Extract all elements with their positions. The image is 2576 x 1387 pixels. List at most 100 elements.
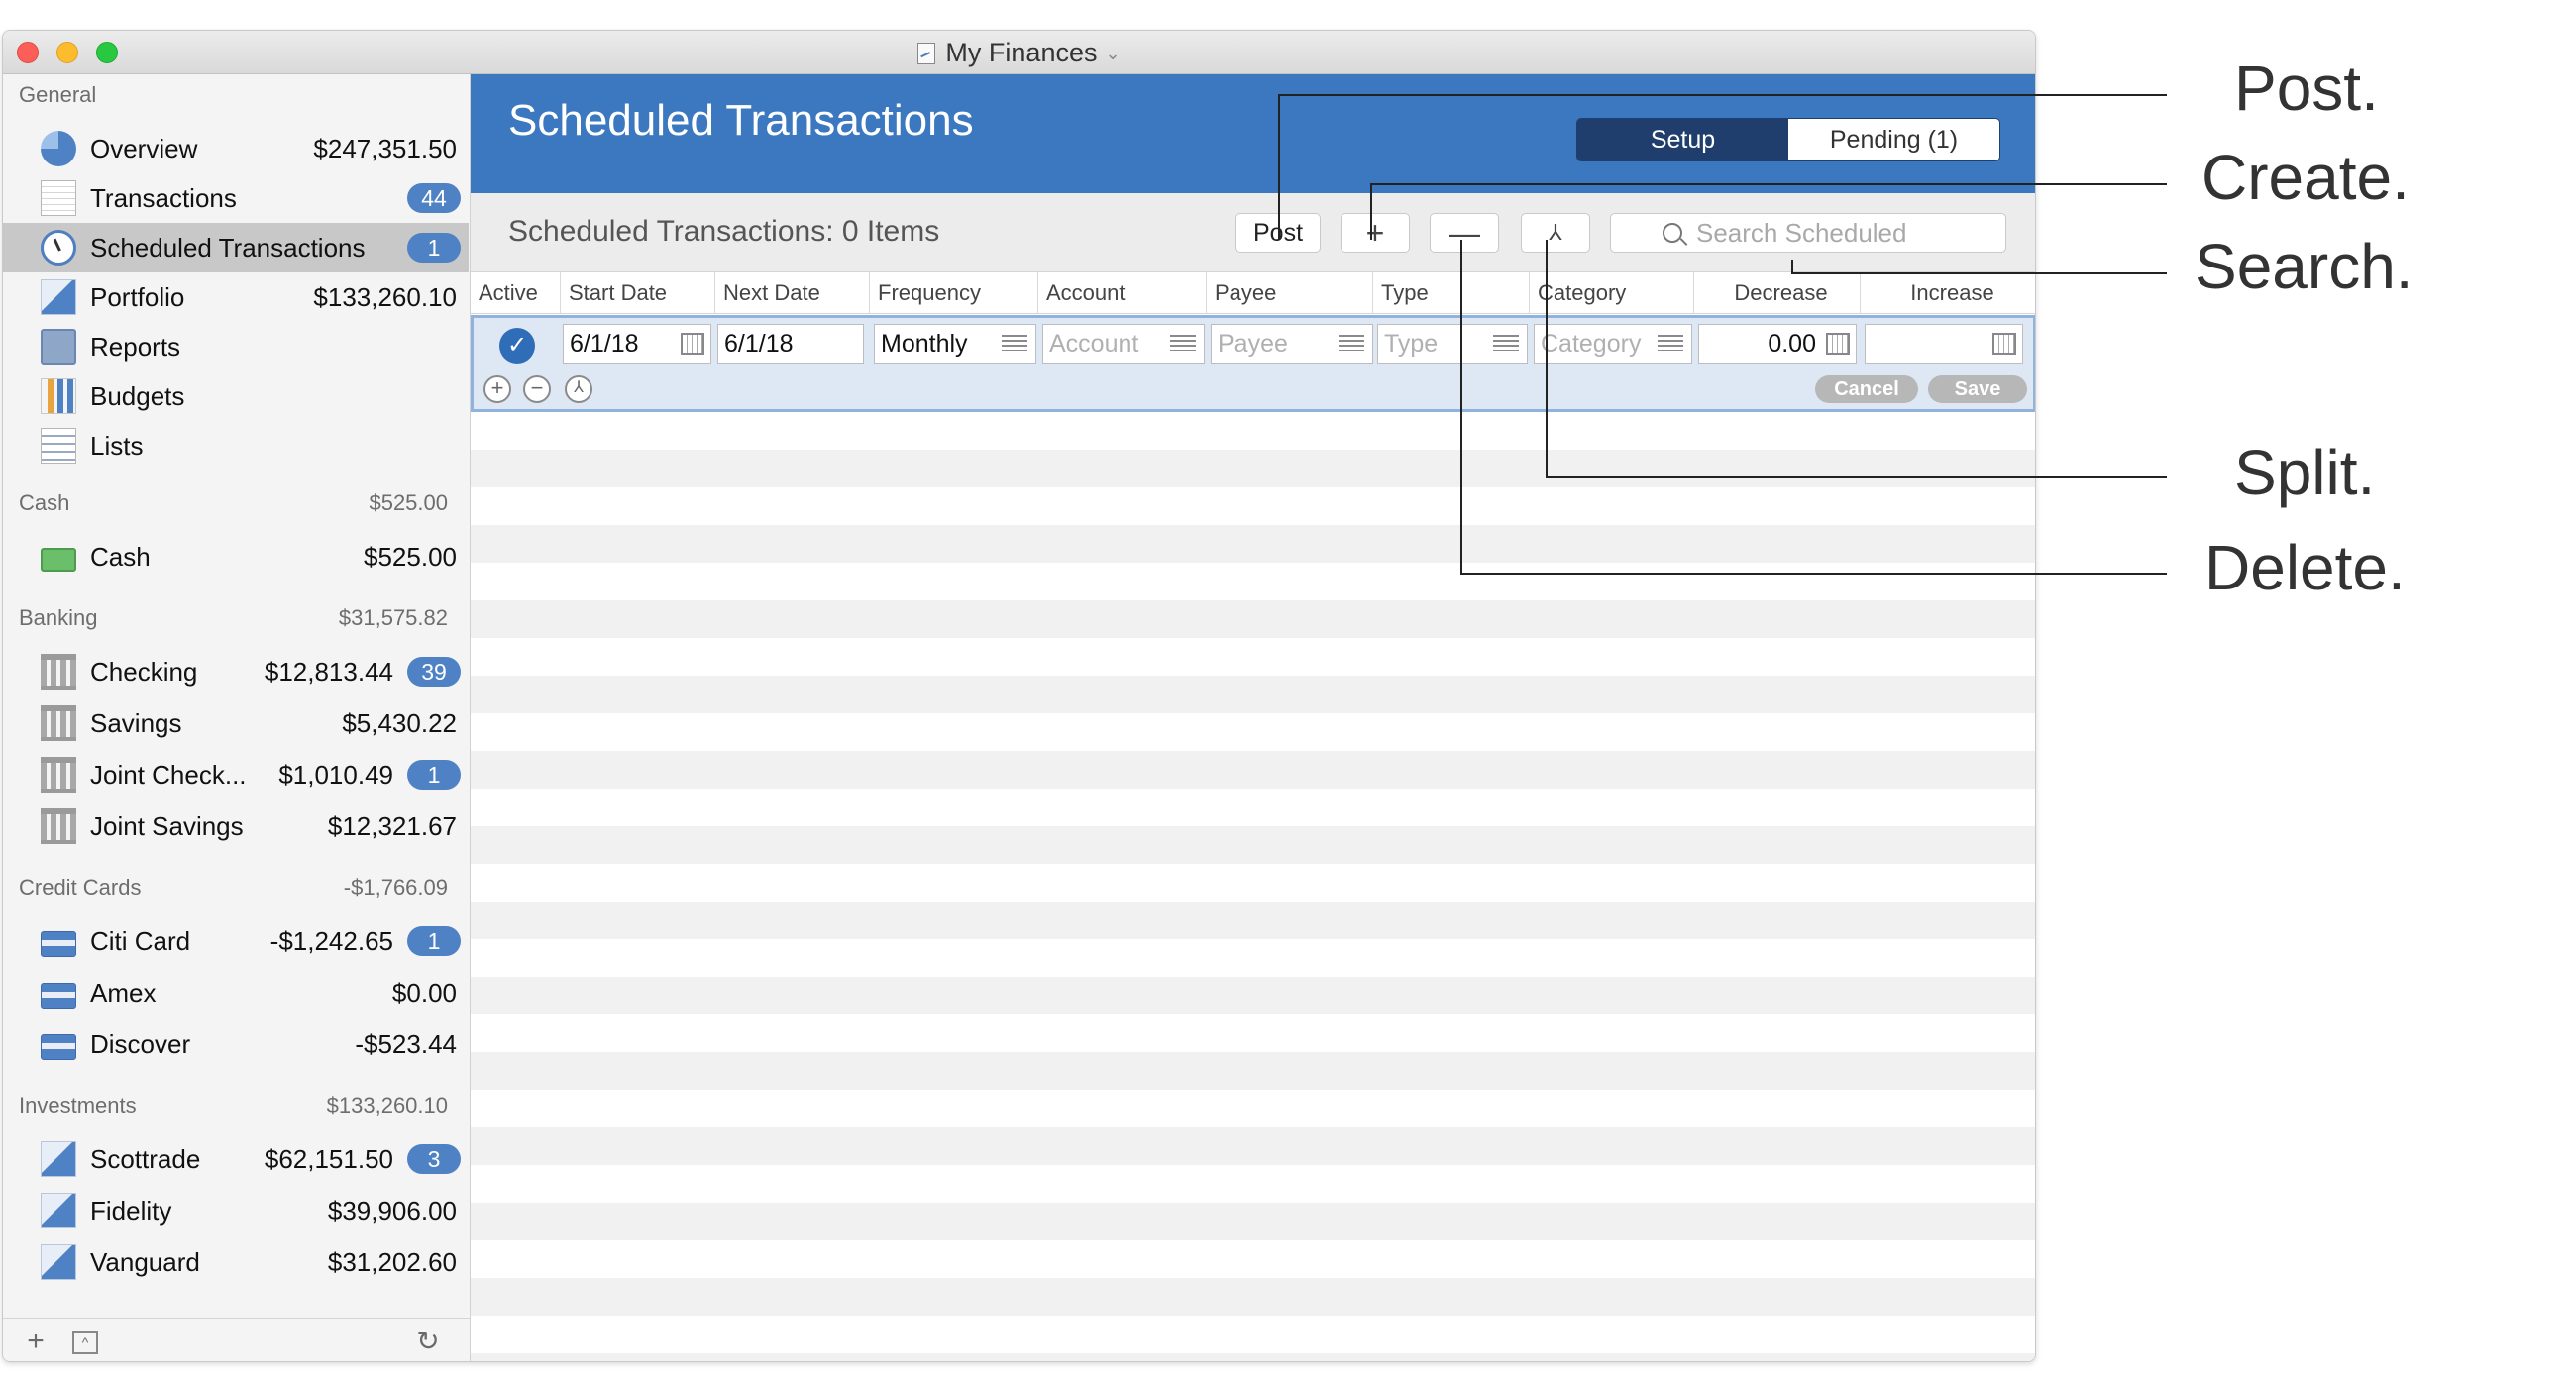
column-header-increase[interactable]: Increase	[1860, 272, 2035, 314]
edit-transaction-row: ✓ 6/1/18 6/1/18 Monthly Account Payee Ty…	[471, 315, 2035, 412]
sidebar-item-reports[interactable]: Reports	[3, 322, 469, 372]
count-badge: 39	[407, 657, 461, 687]
clock-icon	[41, 230, 76, 266]
sidebar-item-label: Discover	[90, 1028, 191, 1059]
sidebar-item-label: Joint Check...	[90, 759, 247, 790]
callout-line-split	[1546, 476, 2167, 478]
split-icon[interactable]: ⅄	[565, 375, 592, 403]
sidebar-item-transactions[interactable]: Transactions 44	[3, 173, 469, 223]
sidebar-item-scheduled-transactions[interactable]: Scheduled Transactions 1	[3, 223, 469, 272]
sidebar-item-label: Checking	[90, 656, 198, 687]
column-header-next-date[interactable]: Next Date	[714, 272, 869, 314]
menu-icon[interactable]	[1170, 335, 1196, 351]
app-window: My Finances ⌄ General Overview $247,351.5…	[2, 30, 2036, 1362]
column-header-active[interactable]: Active	[471, 272, 560, 314]
sidebar-item-vanguard[interactable]: Vanguard $31,202.60	[3, 1237, 469, 1287]
sidebar-item-budgets[interactable]: Budgets	[3, 372, 469, 421]
line-chart-icon	[41, 1193, 76, 1228]
start-date-value: 6/1/18	[570, 330, 639, 358]
delete-button[interactable]: —	[1430, 213, 1499, 253]
refresh-button[interactable]: ↻	[413, 1327, 443, 1356]
sidebar-item-amount: $5,430.22	[342, 707, 457, 738]
sidebar-item-label: Cash	[90, 541, 151, 572]
add-account-button[interactable]: +	[21, 1327, 51, 1356]
sidebar-item-amount: $12,813.44	[264, 656, 393, 687]
sidebar-item-amount: $39,906.00	[327, 1195, 457, 1226]
frequency-field[interactable]: Monthly	[874, 324, 1036, 364]
sidebar-item-label: Scottrade	[90, 1143, 201, 1174]
bank-icon	[41, 705, 76, 741]
sidebar-item-joint-checking[interactable]: Joint Check... $1,010.49 1	[3, 750, 469, 800]
sidebar-item-scottrade[interactable]: Scottrade $62,151.50 3	[3, 1134, 469, 1184]
calendar-icon[interactable]	[681, 333, 704, 355]
type-field[interactable]: Type	[1377, 324, 1528, 364]
decrease-value: 0.00	[1768, 330, 1816, 358]
sidebar-item-amount: $12,321.67	[327, 810, 457, 841]
collapse-icon[interactable]: ^	[72, 1331, 98, 1354]
split-button[interactable]: ⅄	[1521, 213, 1590, 253]
sidebar-item-amount: $0.00	[391, 977, 457, 1008]
group-total: $133,260.10	[326, 1093, 448, 1118]
sidebar-item-amex[interactable]: Amex $0.00	[3, 968, 469, 1017]
next-date-field[interactable]: 6/1/18	[717, 324, 864, 364]
sidebar-item-checking[interactable]: Checking $12,813.44 39	[3, 647, 469, 696]
menu-icon[interactable]	[1002, 335, 1027, 351]
column-header-start-date[interactable]: Start Date	[560, 272, 714, 314]
sidebar-item-fidelity[interactable]: Fidelity $39,906.00	[3, 1186, 469, 1235]
transactions-table-body[interactable]	[471, 412, 2035, 1361]
sidebar: General Overview $247,351.50 Transaction…	[3, 74, 471, 1361]
sidebar-item-overview[interactable]: Overview $247,351.50	[3, 124, 469, 173]
menu-icon[interactable]	[1658, 335, 1683, 351]
bank-icon	[41, 757, 76, 793]
sidebar-item-cash[interactable]: Cash $525.00	[3, 532, 469, 582]
calculator-icon[interactable]	[1992, 333, 2016, 355]
tab-pending[interactable]: Pending (1)	[1788, 119, 1999, 160]
column-header-type[interactable]: Type	[1372, 272, 1529, 314]
active-checkbox[interactable]: ✓	[499, 328, 535, 364]
calculator-icon[interactable]	[1826, 333, 1850, 355]
decrease-field[interactable]: 0.00	[1698, 324, 1857, 364]
group-header-label: General	[19, 82, 97, 107]
sidebar-item-lists[interactable]: Lists	[3, 421, 469, 471]
sidebar-group-general: General	[19, 78, 455, 112]
category-field[interactable]: Category	[1534, 324, 1692, 364]
search-box[interactable]	[1610, 213, 2006, 253]
column-header-decrease[interactable]: Decrease	[1693, 272, 1860, 314]
increase-field[interactable]	[1865, 324, 2023, 364]
menu-icon[interactable]	[1493, 335, 1519, 351]
start-date-field[interactable]: 6/1/18	[563, 324, 711, 364]
create-button[interactable]: +	[1341, 213, 1410, 253]
search-input[interactable]	[1696, 217, 1993, 249]
sidebar-item-label: Vanguard	[90, 1246, 200, 1277]
sidebar-item-label: Reports	[90, 331, 181, 362]
callout-line-create	[1370, 183, 1372, 240]
window-title[interactable]: My Finances ⌄	[3, 31, 2035, 74]
callout-create: Create.	[2201, 142, 2410, 213]
sidebar-item-portfolio[interactable]: Portfolio $133,260.10	[3, 272, 469, 322]
sidebar-item-joint-savings[interactable]: Joint Savings $12,321.67	[3, 801, 469, 851]
sidebar-item-label: Scheduled Transactions	[90, 232, 366, 263]
column-header-category[interactable]: Category	[1529, 272, 1693, 314]
add-split-icon[interactable]: +	[483, 375, 511, 403]
content-header: Scheduled Transactions Setup Pending (1)	[471, 74, 2035, 193]
remove-split-icon[interactable]: −	[523, 375, 551, 403]
sidebar-item-citi-card[interactable]: Citi Card -$1,242.65 1	[3, 916, 469, 966]
cancel-button[interactable]: Cancel	[1815, 375, 1918, 403]
tab-setup[interactable]: Setup	[1577, 119, 1788, 160]
column-header-frequency[interactable]: Frequency	[869, 272, 1037, 314]
page-title: Scheduled Transactions	[508, 96, 974, 145]
account-field[interactable]: Account	[1042, 324, 1205, 364]
menu-icon[interactable]	[1339, 335, 1364, 351]
save-button[interactable]: Save	[1928, 375, 2027, 403]
sidebar-item-amount: $31,202.60	[327, 1246, 457, 1277]
category-placeholder: Category	[1541, 330, 1642, 358]
column-header-account[interactable]: Account	[1037, 272, 1206, 314]
ledger-icon	[41, 180, 76, 216]
column-header-payee[interactable]: Payee	[1206, 272, 1372, 314]
list-icon	[41, 428, 76, 464]
credit-card-icon	[41, 982, 76, 1009]
view-segmented-control: Setup Pending (1)	[1576, 118, 2000, 161]
payee-field[interactable]: Payee	[1211, 324, 1373, 364]
sidebar-item-savings[interactable]: Savings $5,430.22	[3, 698, 469, 748]
sidebar-item-discover[interactable]: Discover -$523.44	[3, 1019, 469, 1069]
